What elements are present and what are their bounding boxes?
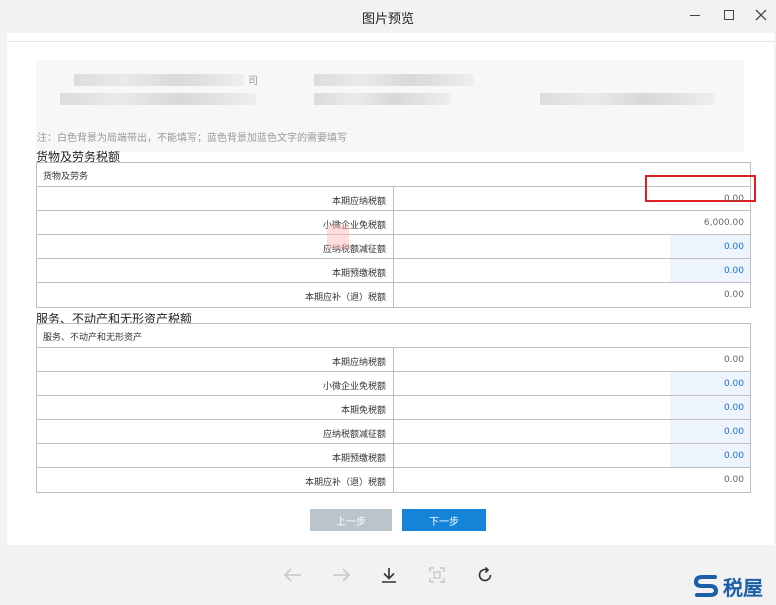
top-divider: [7, 33, 774, 42]
window-title: 图片预览: [361, 12, 414, 27]
row-value: 0.00: [723, 475, 744, 485]
blurred-field: [314, 74, 474, 86]
editable-value-field[interactable]: 0.00: [394, 444, 750, 467]
brand-logo: 税屋: [693, 572, 763, 600]
table-row: 应纳税额减征额 0.00: [37, 420, 750, 444]
blurred-company-name: [74, 74, 244, 86]
row-label: 本期预缴税额: [37, 259, 394, 282]
minimize-button[interactable]: [685, 5, 705, 25]
row-label: 本期应纳税额: [37, 348, 394, 371]
editable-value-field[interactable]: 0.00: [394, 420, 750, 443]
table-row: 本期免税额 0.00: [37, 396, 750, 420]
table-row: 本期应补（退）税额 0.00: [37, 283, 750, 307]
row-value: 0.00: [723, 290, 744, 300]
table-row: 小微企业免税额 0.00: [37, 372, 750, 396]
row-label: 本期应补（退）税额: [37, 283, 394, 307]
table-row: 本期预缴税额 0.00: [37, 444, 750, 468]
goods-subheader: 货物及劳务: [37, 163, 750, 187]
table-row: 小微企业免税额 6,000.00: [37, 211, 750, 235]
services-subheader: 服务、不动产和无形资产: [37, 324, 750, 348]
arrow-left-icon[interactable]: [281, 562, 305, 588]
prev-step-button[interactable]: 上一步: [310, 509, 392, 531]
rotate-icon[interactable]: [473, 562, 497, 588]
blurred-field: [314, 93, 450, 105]
title-bar: 图片预览: [0, 0, 776, 32]
row-label: 本期应纳税额: [37, 187, 394, 210]
close-button[interactable]: [751, 5, 771, 25]
company-name-fragment: 司: [248, 76, 258, 87]
table-row: 本期应纳税额 0.00: [37, 348, 750, 372]
table-row: 本期应纳税额 0.00: [37, 187, 750, 211]
table-row: 本期预缴税额 0.00: [37, 259, 750, 283]
row-label: 小微企业免税额: [37, 372, 394, 395]
arrow-right-icon[interactable]: [329, 562, 353, 588]
row-value: 0.00: [723, 355, 744, 365]
row-label: 本期预缴税额: [37, 444, 394, 467]
services-tax-table: 服务、不动产和无形资产 本期应纳税额 0.00 小微企业免税额 0.00 本期免…: [36, 323, 751, 493]
next-step-button[interactable]: 下一步: [402, 509, 486, 531]
editable-value-field[interactable]: 0.00: [394, 396, 750, 419]
row-label: 本期免税额: [37, 396, 394, 419]
maximize-button[interactable]: [719, 5, 739, 25]
blurred-field: [540, 93, 714, 105]
logo-text: 税屋: [723, 575, 763, 600]
fit-screen-icon[interactable]: [425, 562, 449, 588]
row-label: 本期应补（退）税额: [37, 468, 394, 492]
table-row: 应纳税额减征额 0.00: [37, 235, 750, 259]
preview-image: 司 注：白色背景为局端带出，不能填写；蓝色背景加蓝色文字的需要填写 货物及劳务税…: [7, 33, 774, 545]
highlight-mark: [327, 225, 349, 249]
fill-note: 注：白色背景为局端带出，不能填写；蓝色背景加蓝色文字的需要填写: [37, 133, 347, 144]
blurred-field: [60, 93, 256, 105]
download-icon[interactable]: [377, 562, 401, 588]
logo-icon: [693, 575, 719, 597]
table-row: 本期应补（退）税额 0.00: [37, 468, 750, 492]
close-icon: [755, 9, 767, 21]
editable-value-field[interactable]: 0.00: [394, 235, 750, 258]
goods-tax-table: 货物及劳务 本期应纳税额 0.00 小微企业免税额 6,000.00 应纳税额减…: [36, 162, 751, 308]
row-label: 应纳税额减征额: [37, 420, 394, 443]
row-value: 6,000.00: [703, 218, 744, 228]
maximize-icon: [724, 10, 734, 20]
minimize-icon: [690, 14, 700, 16]
editable-value-field[interactable]: 0.00: [394, 372, 750, 395]
editable-value-field[interactable]: 0.00: [394, 259, 750, 282]
